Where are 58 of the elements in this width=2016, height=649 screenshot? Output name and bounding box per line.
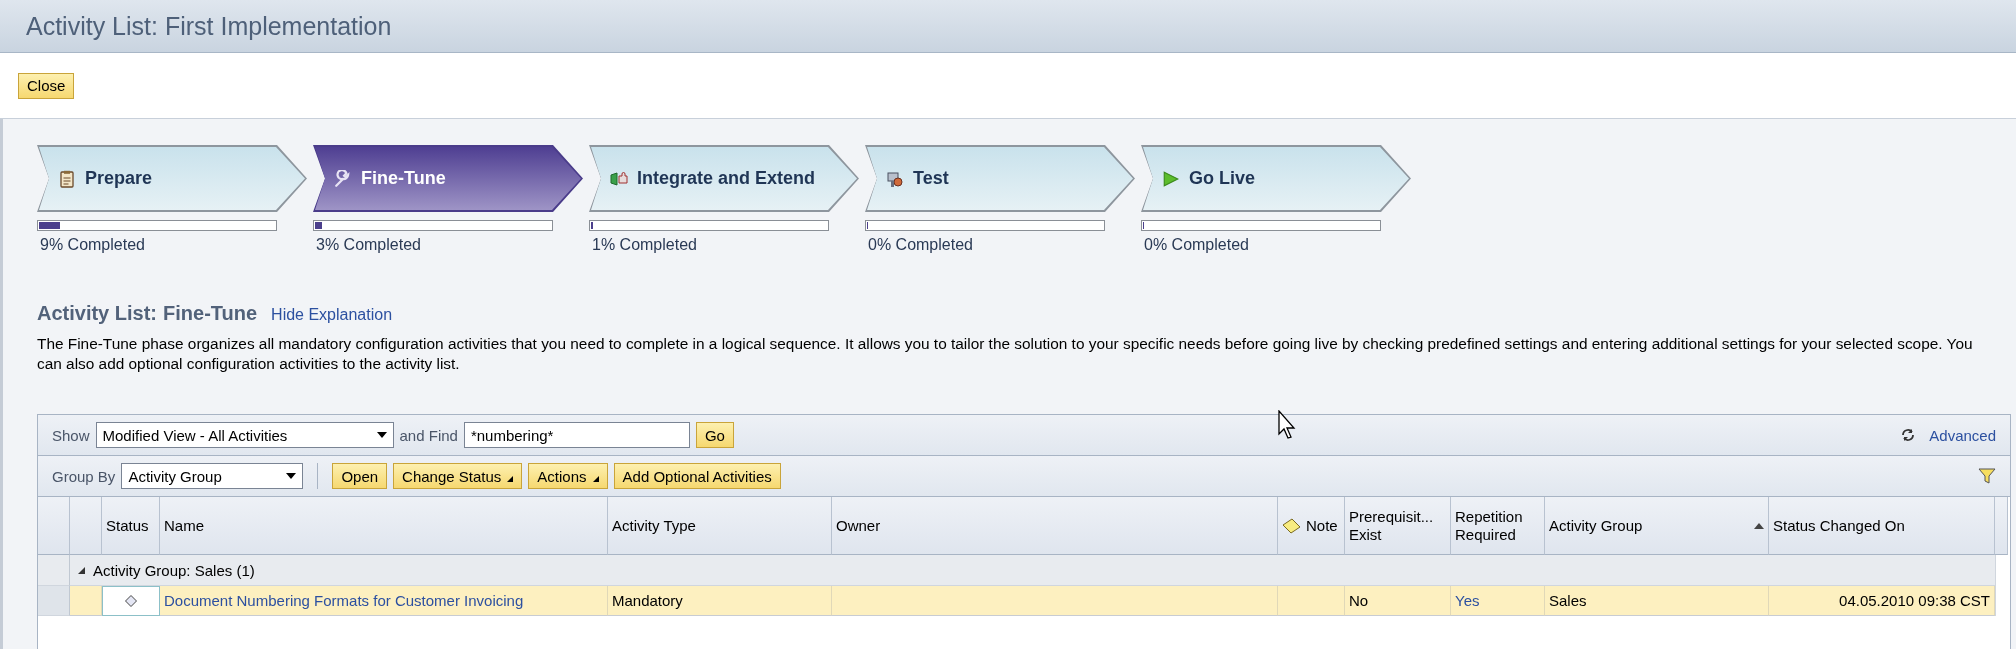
table-cell: Sales bbox=[1545, 586, 1769, 616]
hide-explanation-link[interactable]: Hide Explanation bbox=[271, 306, 393, 324]
clipboard-icon bbox=[58, 169, 76, 188]
progress-label: 9% Completed bbox=[39, 236, 146, 254]
column-header[interactable]: Activity Type bbox=[608, 497, 832, 555]
group-row[interactable]: Activity Group: Sales (1) bbox=[70, 555, 1995, 586]
phase-step[interactable]: Integrate and Extend bbox=[589, 145, 859, 212]
close-button[interactable]: Close bbox=[18, 72, 75, 99]
progress-label: 1% Completed bbox=[591, 236, 698, 254]
group-by-dropdown[interactable]: Activity Group bbox=[121, 463, 304, 489]
progress-label: 0% Completed bbox=[867, 236, 974, 254]
column-header[interactable]: Name bbox=[160, 497, 608, 555]
advanced-link[interactable]: Advanced bbox=[1929, 426, 1996, 444]
select-all-header[interactable] bbox=[38, 497, 70, 555]
view-dropdown[interactable]: Modified View - All Activities bbox=[95, 422, 394, 448]
table-cell: 04.05.2010 09:38 CST bbox=[1769, 586, 1995, 616]
column-header[interactable]: Status Changed On bbox=[1769, 497, 1995, 555]
table-cell bbox=[1278, 586, 1345, 616]
table-link[interactable]: Yes bbox=[1455, 592, 1480, 609]
phase-step[interactable]: Fine-Tune bbox=[313, 145, 583, 212]
find-field[interactable]: *numbering* bbox=[463, 422, 690, 448]
find-label: and Find bbox=[399, 426, 458, 444]
toolbar-button[interactable]: Add Optional Activities bbox=[613, 463, 781, 489]
column-header[interactable]: Repetition Required bbox=[1451, 497, 1545, 555]
status-diamond-icon bbox=[125, 595, 137, 607]
column-header[interactable]: Note bbox=[1278, 497, 1345, 555]
toolbar-button[interactable]: Open bbox=[332, 463, 388, 489]
column-header[interactable]: Activity Group bbox=[1545, 497, 1769, 555]
show-label: Show bbox=[52, 426, 90, 444]
puzzle-pieces-icon bbox=[610, 169, 628, 188]
row-selector[interactable] bbox=[38, 586, 70, 616]
column-header[interactable]: Prerequisit... Exist bbox=[1345, 497, 1451, 555]
expand-toggle-icon[interactable] bbox=[78, 566, 85, 574]
phase-step[interactable]: Go Live bbox=[1141, 145, 1411, 212]
table-cell bbox=[70, 586, 102, 616]
column-header[interactable]: Owner bbox=[832, 497, 1278, 555]
phase-step[interactable]: Prepare bbox=[37, 145, 307, 212]
phase-step[interactable]: Test bbox=[865, 145, 1135, 212]
toolbar-button[interactable]: Change Status bbox=[393, 463, 523, 489]
row-selector[interactable] bbox=[38, 555, 70, 586]
window-title: Activity List: First Implementation bbox=[26, 11, 392, 41]
table-link[interactable]: Document Numbering Formats for Customer Invoicing bbox=[164, 592, 524, 609]
progress-label: 3% Completed bbox=[315, 236, 422, 254]
play-icon bbox=[1162, 169, 1180, 188]
toolbar-button[interactable]: Actions bbox=[528, 463, 608, 489]
scrollbar-header bbox=[1995, 497, 2008, 555]
group-by-label: Group By bbox=[52, 467, 116, 485]
column-header[interactable]: Status bbox=[102, 497, 160, 555]
progress-label: 0% Completed bbox=[1143, 236, 1250, 254]
filter-icon[interactable] bbox=[1978, 467, 1996, 485]
section-heading: Activity List: Fine-Tune bbox=[37, 302, 258, 325]
table-cell: Mandatory bbox=[608, 586, 832, 616]
go-button[interactable]: Go bbox=[695, 422, 734, 448]
refresh-icon[interactable] bbox=[1901, 428, 1916, 442]
note-icon bbox=[1282, 516, 1302, 535]
blank-column-header bbox=[70, 497, 102, 555]
table-cell: No bbox=[1345, 586, 1451, 616]
explanation-text: The Fine-Tune phase organizes all mandatory configuration activities that you need to complete in a logical sequence. It allows you to tailor the solution to your specific needs before going live by checking predefined settings and entering additional settings for your selected scope. You can also add optional configuration activities to the activity list. bbox=[37, 334, 1974, 374]
